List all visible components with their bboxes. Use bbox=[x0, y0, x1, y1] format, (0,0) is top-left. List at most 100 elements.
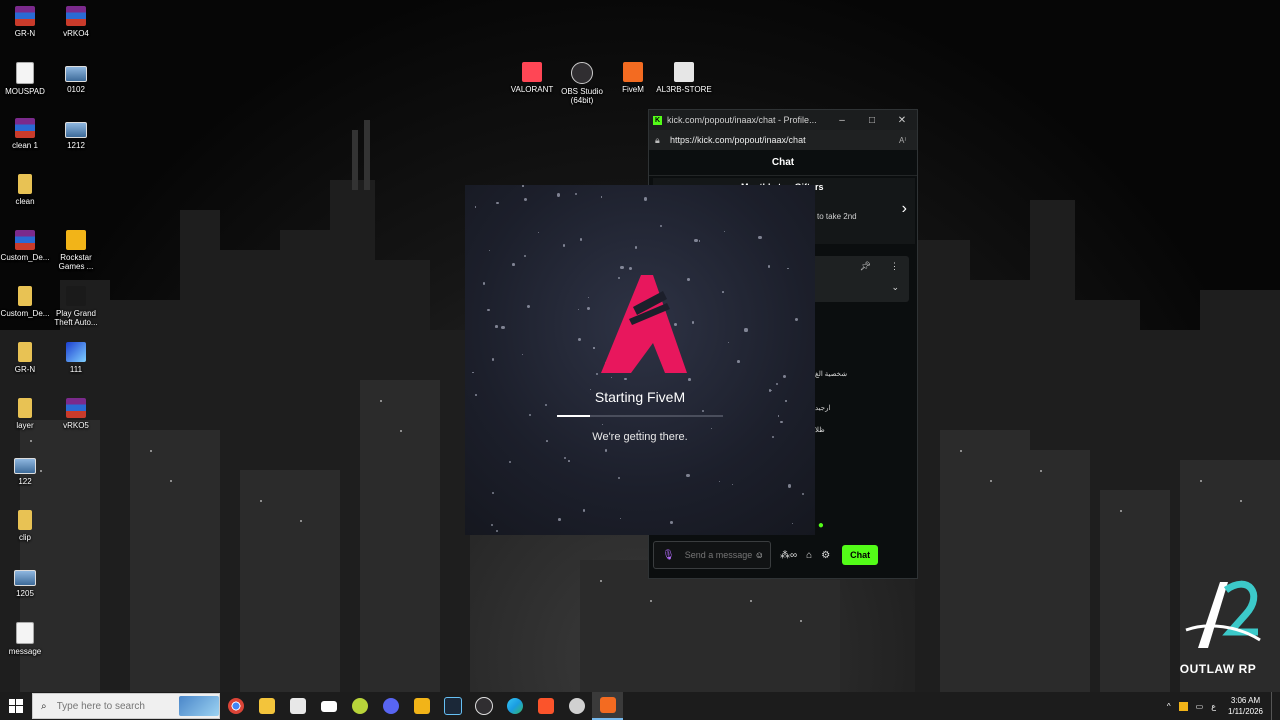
snowflake bbox=[701, 410, 704, 413]
desktop-icon-vrko4[interactable]: vRKO4 bbox=[48, 6, 104, 38]
folder-icon bbox=[18, 398, 32, 418]
desktop-icon-clip[interactable]: clip bbox=[0, 510, 53, 542]
chrome-icon[interactable] bbox=[220, 692, 251, 720]
desktop-icon-gr-n-folder[interactable]: GR-N bbox=[0, 342, 53, 374]
search-icon: ⌕ bbox=[41, 700, 47, 712]
snowflake bbox=[528, 413, 531, 416]
desktop-icon-al3rb-store[interactable]: AL3RB-STORE bbox=[656, 62, 712, 94]
snowflake bbox=[512, 262, 515, 266]
snowflake bbox=[628, 267, 632, 271]
obs-icon bbox=[571, 62, 593, 84]
desktop-icon-layer[interactable]: layer bbox=[0, 398, 53, 430]
microphone-icon[interactable]: 🎙︎ bbox=[662, 550, 675, 561]
maximize-icon[interactable]: □ bbox=[857, 115, 887, 126]
taskbar: ⌕ ^ ▭ ع 3:06 AM 1/11/2026 bbox=[0, 692, 1280, 720]
file-explorer-icon[interactable] bbox=[251, 692, 282, 720]
discord-icon[interactable] bbox=[375, 692, 406, 720]
chat-message: ظلا bbox=[815, 427, 825, 434]
start-button[interactable] bbox=[0, 692, 32, 720]
shop-icon[interactable]: ⌂ bbox=[806, 550, 812, 561]
store-icon bbox=[674, 62, 694, 82]
desktop-icon-valorant[interactable]: VALORANT bbox=[504, 62, 560, 94]
desktop-icon-0102[interactable]: 0102 bbox=[48, 62, 104, 94]
desktop-icon-custom-de-2[interactable]: Custom_De... bbox=[0, 286, 53, 318]
snowflake bbox=[523, 254, 527, 258]
snowflake bbox=[660, 225, 663, 228]
desktop-icon-122[interactable]: 122 bbox=[0, 454, 53, 486]
more-options-icon[interactable]: ⋮ bbox=[890, 261, 899, 272]
desktop-icon-clean-1[interactable]: clean 1 bbox=[0, 118, 53, 150]
desktop-icon-rockstar-games[interactable]: Rockstar Games ... bbox=[48, 230, 104, 271]
snowflake bbox=[577, 309, 579, 311]
search-input[interactable] bbox=[54, 699, 179, 713]
chat-input-bar: 🎙︎ ☺ ⁂∞ ⌂ ⚙ Chat bbox=[653, 538, 911, 572]
snowflake bbox=[601, 423, 604, 426]
desktop-icon-vrko5[interactable]: vRKO5 bbox=[48, 398, 104, 430]
folder-icon bbox=[18, 342, 32, 362]
desktop-icon-custom-de-1[interactable]: Custom_De... bbox=[0, 230, 53, 262]
desktop-icon-obs-studio[interactable]: OBS Studio (64bit) bbox=[554, 62, 610, 105]
address-bar[interactable]: 🔒︎ https://kick.com/popout/inaax/chat A⁾ bbox=[649, 130, 917, 150]
snowflake bbox=[783, 374, 787, 378]
chevron-down-icon[interactable]: ⌄ bbox=[891, 282, 899, 293]
emoji-icon[interactable]: ☺ bbox=[755, 550, 764, 560]
chevron-right-icon[interactable]: › bbox=[902, 200, 907, 218]
minimize-icon[interactable]: – bbox=[827, 115, 857, 126]
gifters-subtitle: to take 2nd bbox=[817, 212, 857, 221]
steam-icon[interactable] bbox=[437, 692, 468, 720]
desktop-icon-fivem[interactable]: FiveM bbox=[605, 62, 661, 94]
snowflake bbox=[794, 318, 799, 322]
snowflake bbox=[562, 244, 566, 247]
chat-message-input[interactable] bbox=[682, 543, 755, 567]
clock-time: 3:06 AM bbox=[1230, 696, 1261, 705]
snowflake bbox=[767, 264, 771, 268]
snowflake bbox=[508, 461, 511, 464]
snowflake bbox=[488, 249, 490, 252]
snowflake bbox=[495, 325, 498, 328]
desktop-icon-1205[interactable]: 1205 bbox=[0, 566, 53, 598]
brave-icon[interactable] bbox=[530, 692, 561, 720]
snowflake bbox=[604, 449, 608, 452]
snowflake bbox=[472, 371, 474, 374]
snowflake bbox=[496, 201, 499, 204]
store-icon[interactable] bbox=[282, 692, 313, 720]
gear-icon[interactable]: ⚙ bbox=[821, 550, 830, 561]
snowflake bbox=[474, 206, 477, 208]
snowflake bbox=[787, 268, 789, 270]
chevron-up-icon[interactable]: ^ bbox=[1167, 702, 1171, 711]
snowflake bbox=[776, 382, 779, 385]
desktop-icon-gr-n[interactable]: GR-N bbox=[0, 6, 53, 38]
desktop-icon-clean[interactable]: clean bbox=[0, 174, 53, 206]
edge-icon[interactable] bbox=[499, 692, 530, 720]
tennis-ball-icon[interactable] bbox=[344, 692, 375, 720]
mail-icon[interactable] bbox=[313, 692, 344, 720]
snowflake bbox=[522, 185, 524, 187]
rockstar-tray-icon[interactable] bbox=[1178, 701, 1188, 711]
network-icon[interactable]: ▭ bbox=[1196, 702, 1204, 711]
desktop-icon-1212[interactable]: 1212 bbox=[48, 118, 104, 150]
reader-mode-icon[interactable]: A⁾ bbox=[899, 136, 917, 145]
language-indicator[interactable]: ع bbox=[1211, 702, 1216, 711]
desktop-icon-message[interactable]: message bbox=[0, 622, 53, 656]
chat-input-box[interactable]: 🎙︎ ☺ bbox=[653, 541, 771, 569]
desktop-icon-play-gta[interactable]: Play Grand Theft Auto... bbox=[48, 286, 104, 327]
obs-icon[interactable] bbox=[468, 692, 499, 720]
send-chat-button[interactable]: Chat bbox=[842, 545, 879, 565]
clock[interactable]: 3:06 AM 1/11/2026 bbox=[1228, 695, 1263, 717]
rockstar-icon[interactable] bbox=[406, 692, 437, 720]
snowflake bbox=[791, 522, 793, 524]
snowflake bbox=[557, 517, 561, 521]
window-titlebar[interactable]: K kick.com/popout/inaax/chat - Profile..… bbox=[649, 110, 917, 130]
snowflake bbox=[711, 427, 713, 430]
desktop-icon-mouspad[interactable]: MOUSPAD bbox=[0, 62, 53, 96]
close-icon[interactable]: ✕ bbox=[887, 115, 917, 126]
snowflake bbox=[491, 523, 494, 526]
snowflake bbox=[698, 239, 701, 242]
taskbar-search[interactable]: ⌕ bbox=[32, 693, 220, 719]
channel-points-icon[interactable]: ⁂∞ bbox=[780, 550, 797, 561]
settings-icon[interactable] bbox=[561, 692, 592, 720]
fivem-taskbar-icon[interactable] bbox=[592, 692, 623, 720]
search-highlight-icon[interactable] bbox=[178, 696, 219, 716]
show-desktop-button[interactable] bbox=[1271, 692, 1280, 720]
desktop-icon-111[interactable]: 111 bbox=[48, 342, 104, 374]
